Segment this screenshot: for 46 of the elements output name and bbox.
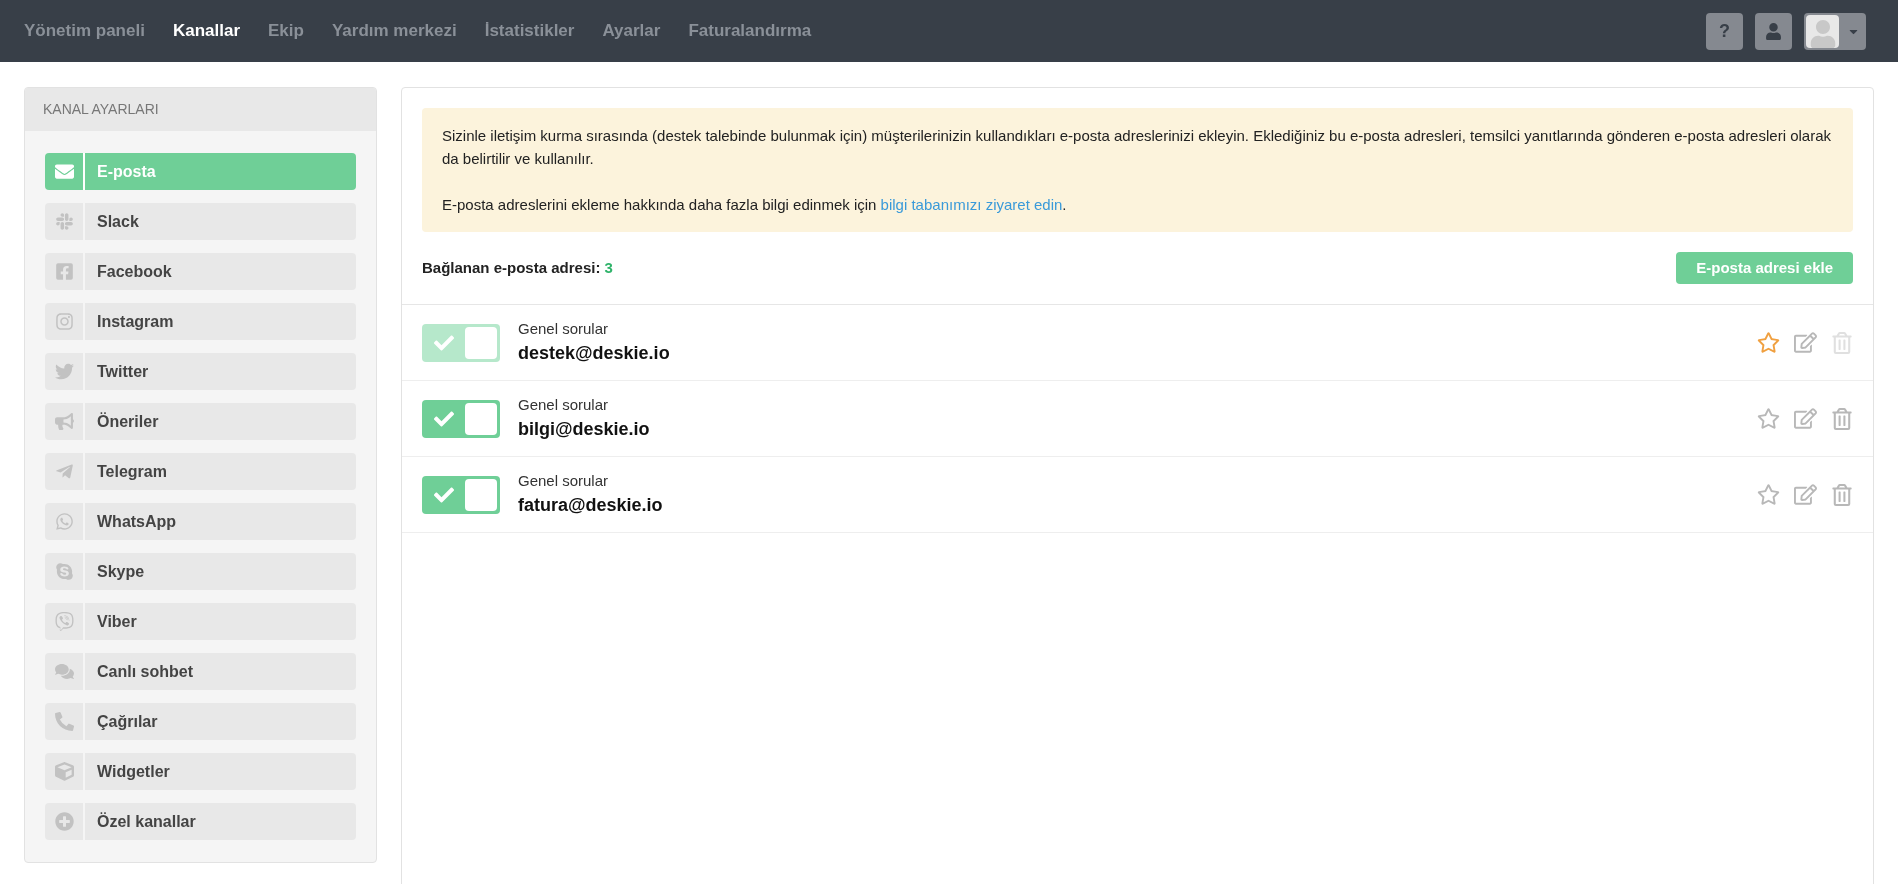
megaphone-icon (54, 412, 74, 431)
edit-icon (1794, 331, 1817, 354)
user-button[interactable] (1755, 12, 1792, 50)
viber-icon (54, 612, 74, 631)
toggle-switch[interactable] (422, 475, 500, 514)
email-address: destek@deskie.io (518, 342, 670, 366)
avatar-icon (1806, 14, 1839, 48)
channel-item[interactable]: Özel kanallar (45, 803, 356, 840)
email-address: bilgi@deskie.io (518, 418, 650, 442)
connected-count-label: Bağlanan e-posta adresi: 3 (422, 257, 613, 278)
sidebar-header: KANAL AYARLARI (25, 88, 376, 131)
email-group: Genel sorular (518, 469, 663, 493)
edit-icon (1794, 407, 1817, 430)
facebook-icon (54, 262, 74, 281)
channel-item[interactable]: Canlı sohbet (45, 653, 356, 690)
chat-icon (54, 662, 74, 681)
skype-icon (54, 562, 74, 581)
channel-item[interactable]: Telegram (45, 453, 356, 490)
user-icon (1765, 22, 1782, 40)
channel-item[interactable]: Viber (45, 603, 356, 640)
camera-icon (54, 312, 74, 331)
channel-item[interactable]: Instagram (45, 303, 356, 340)
notice-text: Sizinle iletişim kurma sırasında (destek talebinde bulunmak için) müşterilerinizin kullandıkları e-posta adreslerinizi ekleyin. Eklediğiniz bu e-posta adresleri, temsilci yanıtlarında gönderen e-posta adresleri olarak da belirtilir ve kullanılır. (442, 126, 1832, 169)
channel-item[interactable]: Skype (45, 553, 356, 590)
phone-bubble-icon (54, 512, 74, 531)
channel-item[interactable]: Facebook (45, 253, 356, 290)
channel-item[interactable]: Öneriler (45, 403, 356, 440)
paper-plane-icon (54, 462, 74, 481)
channel-item[interactable]: Widgetler (45, 753, 356, 790)
channel-item[interactable]: Twitter (45, 353, 356, 390)
email-group: Genel sorular (518, 393, 650, 417)
toggle-switch[interactable] (422, 399, 500, 438)
envelope-icon (54, 162, 74, 181)
cube-icon (54, 762, 74, 781)
toggle-switch[interactable] (422, 323, 500, 362)
bird-icon (54, 362, 74, 381)
phone-icon (54, 712, 74, 731)
avatar-menu-button[interactable] (1804, 12, 1866, 50)
email-address: fatura@deskie.io (518, 494, 663, 518)
channel-item[interactable]: WhatsApp (45, 503, 356, 540)
channel-item[interactable]: Çağrılar (45, 703, 356, 740)
notice-text: E-posta adreslerini ekleme hakkında daha fazla bilgi edinmek için bilgi tabanımızı ziyaret edin. (442, 195, 1068, 215)
edit-icon (1794, 483, 1817, 506)
channel-item[interactable]: Slack (45, 203, 356, 240)
nav-link[interactable]: Kanallar (172, 18, 240, 44)
email-group: Genel sorular (518, 317, 670, 341)
